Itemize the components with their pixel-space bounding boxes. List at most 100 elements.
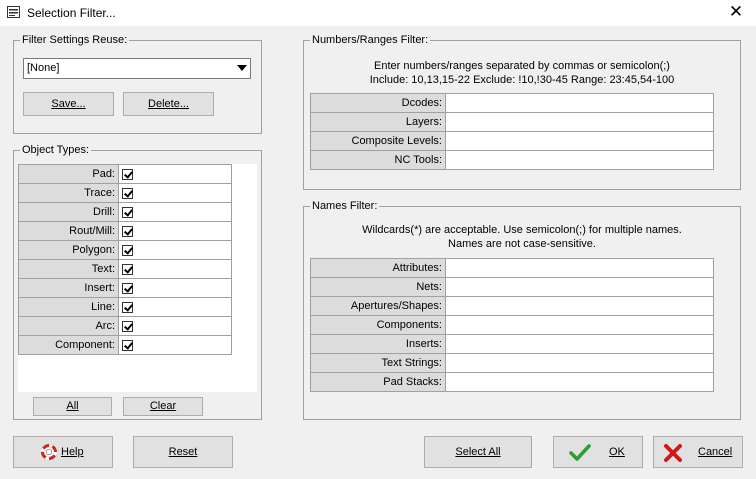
object-type-checkbox-cell[interactable] — [118, 297, 232, 317]
title-bar: Selection Filter... ✕ — [0, 0, 756, 26]
object-type-label: Polygon: — [18, 240, 119, 260]
inserts-label: Inserts: — [310, 334, 446, 354]
ok-button[interactable]: OK — [553, 436, 643, 468]
nc-tools-label: NC Tools: — [310, 150, 446, 170]
object-types-group: Object Types: Pad: Trace: Drill: Rout/Mi… — [13, 144, 262, 420]
object-type-row: Pad: — [18, 164, 232, 184]
chevron-down-icon — [237, 65, 247, 71]
ok-button-label: OK — [609, 446, 625, 458]
numbers-filter-row: Dcodes: — [310, 93, 714, 113]
filter-settings-reuse-group: Filter Settings Reuse: [None] Save... De… — [13, 34, 262, 134]
object-type-checkbox-cell[interactable] — [118, 240, 232, 260]
window-title: Selection Filter... — [27, 6, 116, 20]
object-type-checkbox-cell[interactable] — [118, 335, 232, 355]
cancel-button[interactable]: Cancel — [653, 436, 743, 468]
numbers-filter-table: Dcodes: Layers: Composite Levels: NC Too… — [310, 93, 714, 170]
delete-button[interactable]: Delete... — [123, 92, 214, 116]
text-strings-label: Text Strings: — [310, 353, 446, 373]
delete-button-label: Delete... — [148, 98, 189, 110]
save-button[interactable]: Save... — [23, 92, 114, 116]
checkbox-checked-icon[interactable] — [122, 283, 133, 294]
checkbox-checked-icon[interactable] — [122, 245, 133, 256]
all-button[interactable]: All — [33, 397, 112, 416]
clear-button[interactable]: Clear — [123, 397, 203, 416]
object-type-checkbox-cell[interactable] — [118, 183, 232, 203]
filter-settings-dropdown[interactable]: [None] — [23, 58, 251, 79]
checkbox-checked-icon[interactable] — [122, 321, 133, 332]
help-button[interactable]: Help — [13, 436, 113, 468]
numbers-filter-legend: Numbers/Ranges Filter: — [310, 34, 431, 47]
names-filter-row: Nets: — [310, 277, 714, 297]
nets-field[interactable] — [445, 277, 714, 297]
layers-field[interactable] — [445, 112, 714, 132]
object-type-checkbox-cell[interactable] — [118, 278, 232, 298]
names-filter-row: Text Strings: — [310, 353, 714, 373]
checkbox-checked-icon[interactable] — [122, 207, 133, 218]
object-types-list: Pad: Trace: Drill: Rout/Mill: Polygon: T… — [18, 164, 257, 392]
dcodes-label: Dcodes: — [310, 93, 446, 113]
filter-settings-reuse-legend: Filter Settings Reuse: — [20, 34, 130, 47]
names-filter-hint-1: Wildcards(*) are acceptable. Use semicol… — [362, 224, 682, 236]
dcodes-field[interactable] — [445, 93, 714, 113]
object-type-label: Pad: — [18, 164, 119, 184]
composite-levels-label: Composite Levels: — [310, 131, 446, 151]
text-strings-field[interactable] — [445, 353, 714, 373]
apertures-shapes-label: Apertures/Shapes: — [310, 296, 446, 316]
object-type-label: Arc: — [18, 316, 119, 336]
numbers-filter-hint-2: Include: 10,13,15-22 Exclude: !10,!30-45… — [369, 74, 675, 86]
reset-button-label: Reset — [168, 446, 198, 458]
numbers-filter-row: Composite Levels: — [310, 131, 714, 151]
object-type-checkbox-cell[interactable] — [118, 316, 232, 336]
lifebuoy-icon — [41, 444, 57, 460]
object-type-checkbox-cell[interactable] — [118, 221, 232, 241]
reset-button[interactable]: Reset — [133, 436, 233, 468]
apertures-shapes-field[interactable] — [445, 296, 714, 316]
cancel-button-label: Cancel — [698, 446, 733, 458]
nc-tools-field[interactable] — [445, 150, 714, 170]
pad-stacks-field[interactable] — [445, 372, 714, 392]
object-type-label: Insert: — [18, 278, 119, 298]
inserts-field[interactable] — [445, 334, 714, 354]
help-button-label: Help — [61, 446, 84, 458]
object-type-label: Line: — [18, 297, 119, 317]
numbers-filter-row: NC Tools: — [310, 150, 714, 170]
select-all-button[interactable]: Select All — [424, 436, 532, 468]
object-type-row: Arc: — [18, 316, 232, 336]
save-button-label: Save... — [51, 98, 86, 110]
checkbox-checked-icon[interactable] — [122, 226, 133, 237]
object-type-label: Drill: — [18, 202, 119, 222]
checkbox-checked-icon[interactable] — [122, 264, 133, 275]
object-type-checkbox-cell[interactable] — [118, 164, 232, 184]
nets-label: Nets: — [310, 277, 446, 297]
object-type-checkbox-cell[interactable] — [118, 202, 232, 222]
pad-stacks-label: Pad Stacks: — [310, 372, 446, 392]
attributes-label: Attributes: — [310, 258, 446, 278]
names-filter-group: Names Filter: Wildcards(*) are acceptabl… — [303, 200, 741, 420]
object-type-row: Line: — [18, 297, 232, 317]
object-type-row: Trace: — [18, 183, 232, 203]
names-filter-legend: Names Filter: — [310, 200, 380, 213]
names-filter-row: Inserts: — [310, 334, 714, 354]
numbers-filter-row: Layers: — [310, 112, 714, 132]
red-x-icon — [664, 444, 682, 462]
layers-label: Layers: — [310, 112, 446, 132]
names-filter-row: Components: — [310, 315, 714, 335]
attributes-field[interactable] — [445, 258, 714, 278]
select-all-button-label: Select All — [455, 446, 501, 458]
object-type-label: Trace: — [18, 183, 119, 203]
checkbox-checked-icon[interactable] — [122, 340, 133, 351]
components-field[interactable] — [445, 315, 714, 335]
numbers-filter-hint-1: Enter numbers/ranges separated by commas… — [374, 60, 670, 72]
object-type-checkbox-cell[interactable] — [118, 259, 232, 279]
object-type-row: Polygon: — [18, 240, 232, 260]
checkbox-checked-icon[interactable] — [122, 302, 133, 313]
composite-levels-field[interactable] — [445, 131, 714, 151]
close-icon[interactable]: ✕ — [726, 3, 746, 21]
checkbox-checked-icon[interactable] — [122, 169, 133, 180]
object-types-table: Pad: Trace: Drill: Rout/Mill: Polygon: T… — [18, 164, 232, 355]
names-filter-table: Attributes: Nets: Apertures/Shapes: Comp… — [310, 258, 714, 392]
names-filter-row: Apertures/Shapes: — [310, 296, 714, 316]
components-label: Components: — [310, 315, 446, 335]
checkbox-checked-icon[interactable] — [122, 188, 133, 199]
clear-button-label: Clear — [149, 400, 177, 412]
